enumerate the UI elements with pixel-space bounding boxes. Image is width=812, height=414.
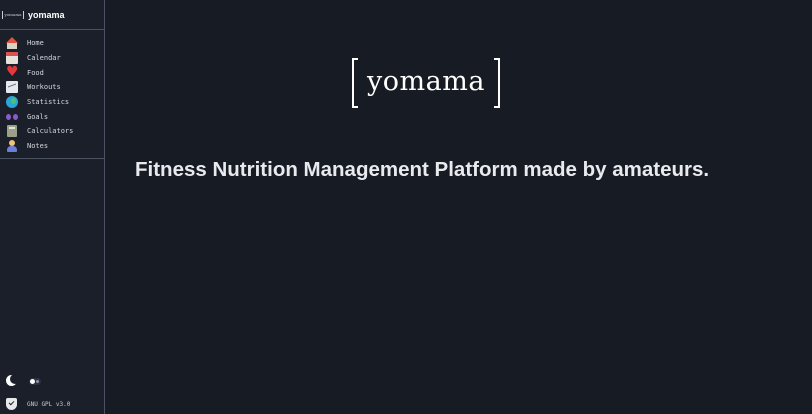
theme-toggle[interactable] (29, 377, 41, 385)
brand-name[interactable]: yomama (28, 10, 65, 20)
calendar-icon (6, 52, 18, 65)
sidebar-item-goals[interactable]: Goals (0, 109, 104, 124)
sidebar-item-statistics[interactable]: Statistics (0, 95, 104, 110)
moon-icon[interactable] (6, 374, 20, 387)
heart-icon (6, 64, 19, 80)
main-content: yomama Fitness Nutrition Management Plat… (105, 0, 812, 414)
license-text[interactable]: GNU GPL v3.0 (27, 401, 70, 408)
logo-bracket-right (494, 58, 500, 108)
sidebar-item-home[interactable]: Home (0, 36, 104, 51)
sidebar-header[interactable]: yomama yomama (0, 0, 104, 30)
theme-controls (0, 374, 104, 387)
license-footer: GNU GPL v3.0 (0, 398, 104, 410)
chart-icon (6, 81, 18, 94)
sidebar-item-label: Goals (27, 112, 49, 121)
logo-text: yomama (367, 65, 485, 97)
sidebar-item-label: Statistics (27, 98, 70, 107)
sidebar: yomama yomama Home Calendar Food Workout… (0, 0, 105, 414)
sidebar-item-notes[interactable]: Notes (0, 139, 104, 154)
sidebar-item-label: Calculators (27, 127, 74, 136)
sidebar-item-label: Food (27, 68, 44, 77)
sidebar-item-label: Home (27, 39, 44, 48)
sidebar-nav: Home Calendar Food Workouts Statistics G… (0, 30, 104, 159)
toggle-knob (30, 378, 35, 384)
globe-icon (6, 96, 18, 109)
mini-logo: yomama (2, 10, 24, 19)
sidebar-item-label: Notes (27, 142, 49, 151)
shield-icon (6, 398, 17, 410)
main-logo: yomama (352, 58, 500, 108)
sidebar-item-food[interactable]: Food (0, 64, 104, 80)
home-icon (6, 37, 18, 50)
toggle-dot (36, 379, 39, 383)
goggles-icon (6, 111, 18, 123)
logo-bracket-left (352, 58, 358, 108)
calculator-icon (7, 125, 17, 138)
sidebar-item-workouts[interactable]: Workouts (0, 80, 104, 95)
person-icon (6, 140, 18, 153)
sidebar-item-label: Workouts (27, 83, 61, 92)
sidebar-item-label: Calendar (27, 54, 61, 63)
page-tagline: Fitness Nutrition Management Platform ma… (135, 158, 710, 181)
sidebar-item-calculators[interactable]: Calculators (0, 124, 104, 139)
